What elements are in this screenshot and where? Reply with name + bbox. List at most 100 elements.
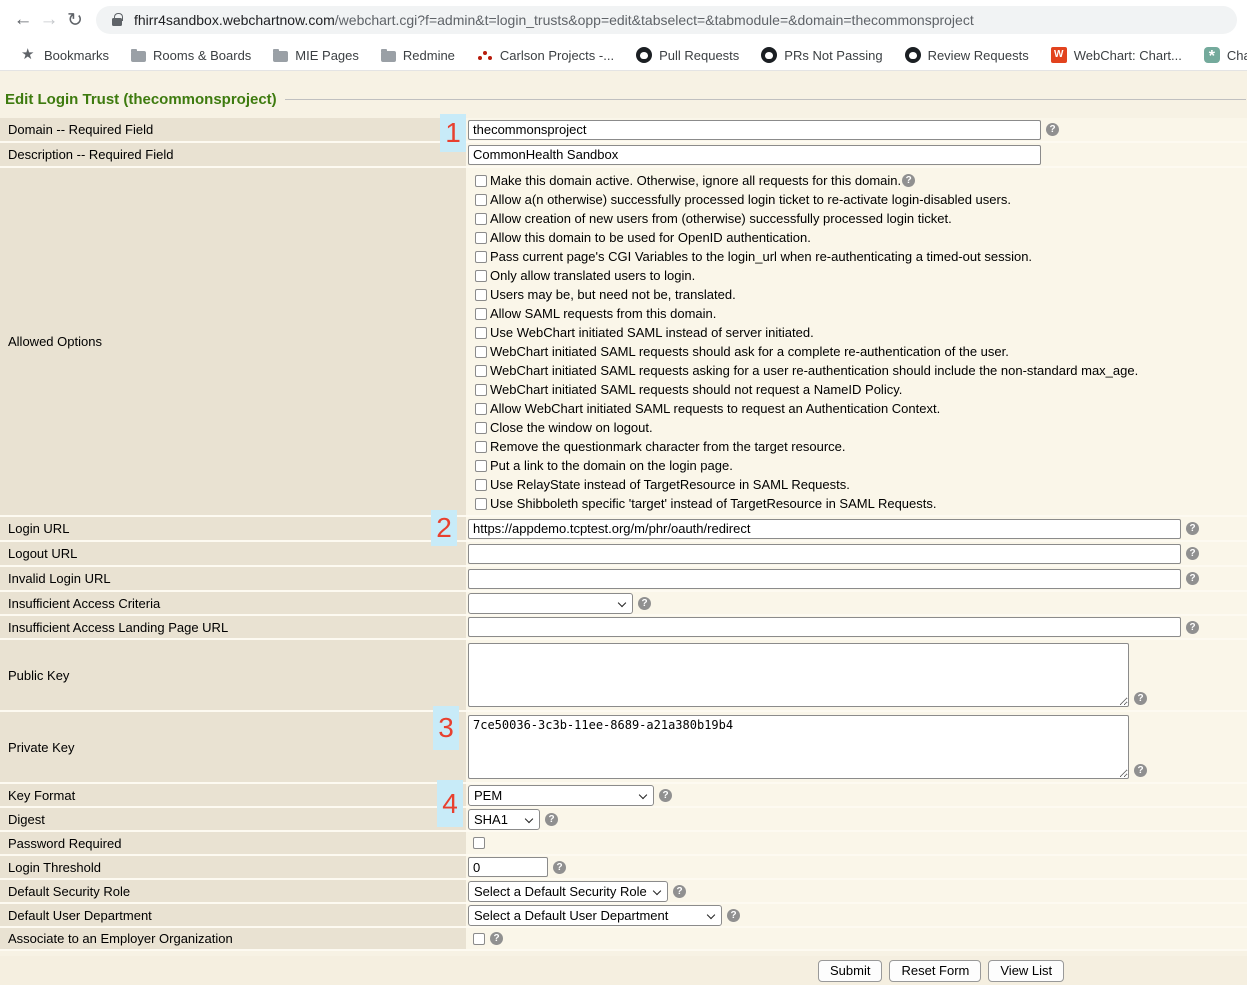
help-icon[interactable] — [1186, 572, 1199, 585]
allowed-option-row[interactable]: Only allow translated users to login. — [475, 266, 1138, 285]
field-label: Private Key — [0, 712, 466, 782]
checkbox[interactable] — [475, 289, 487, 301]
bookmark-item[interactable]: Pull Requests — [625, 47, 750, 63]
password-required-checkbox[interactable] — [473, 837, 485, 849]
field-label: Allowed Options — [0, 168, 466, 515]
allowed-option-row[interactable]: Allow this domain to be used for OpenID … — [475, 228, 1138, 247]
checkbox[interactable] — [475, 479, 487, 491]
help-icon[interactable] — [1186, 547, 1199, 560]
allowed-option-row[interactable]: Put a link to the domain on the login pa… — [475, 456, 1138, 475]
help-icon[interactable] — [490, 932, 503, 945]
back-icon[interactable]: ← — [10, 9, 36, 31]
checkbox[interactable] — [475, 365, 487, 377]
login-threshold-input[interactable] — [468, 857, 548, 877]
checkbox[interactable] — [475, 422, 487, 434]
description-input[interactable] — [468, 145, 1041, 165]
help-icon[interactable] — [902, 174, 915, 187]
checkbox[interactable] — [475, 194, 487, 206]
default-security-role-select[interactable]: Select a Default Security Role — [468, 881, 668, 902]
url-host: fhirr4sandbox.webchartnow.com — [134, 12, 335, 28]
view-list-button[interactable]: View List — [988, 960, 1064, 982]
allowed-option-label: Allow creation of new users from (otherw… — [490, 211, 952, 226]
checkbox[interactable] — [475, 346, 487, 358]
private-key-textarea[interactable]: 7ce50036-3c3b-11ee-8689-a21a380b19b4 — [468, 715, 1129, 779]
allowed-option-row[interactable]: Make this domain active. Otherwise, igno… — [475, 171, 1138, 190]
allowed-option-label: WebChart initiated SAML requests asking … — [490, 363, 1138, 378]
padlock-icon[interactable] — [112, 18, 122, 26]
checkbox[interactable] — [475, 175, 487, 187]
github-icon — [761, 47, 777, 63]
allowed-option-row[interactable]: Users may be, but need not be, translate… — [475, 285, 1138, 304]
allowed-option-row[interactable]: Use RelayState instead of TargetResource… — [475, 475, 1138, 494]
field-label: Default Security Role — [0, 880, 466, 902]
invalid-login-url-input[interactable] — [468, 569, 1181, 589]
insufficient-access-criteria-select[interactable] — [468, 593, 633, 614]
allowed-option-row[interactable]: Remove the questionmark character from t… — [475, 437, 1138, 456]
bookmark-item[interactable]: Redmine — [370, 48, 466, 63]
help-icon[interactable] — [1186, 621, 1199, 634]
allowed-option-row[interactable]: WebChart initiated SAML requests asking … — [475, 361, 1138, 380]
help-icon[interactable] — [638, 597, 651, 610]
submit-button[interactable]: Submit — [818, 960, 882, 982]
bookmark-label: ChatGPT — [1227, 48, 1247, 63]
help-icon[interactable] — [1186, 522, 1199, 535]
checkbox[interactable] — [475, 232, 487, 244]
insufficient-access-landing-input[interactable] — [468, 617, 1181, 637]
bookmark-item[interactable]: Rooms & Boards — [120, 48, 262, 63]
address-bar[interactable]: fhirr4sandbox.webchartnow.com/webchart.c… — [96, 6, 1237, 34]
allowed-option-row[interactable]: Close the window on logout. — [475, 418, 1138, 437]
checkbox[interactable] — [475, 308, 487, 320]
help-icon[interactable] — [1134, 692, 1147, 705]
bookmark-item[interactable]: ChatGPT — [1193, 47, 1247, 63]
allowed-option-row[interactable]: WebChart initiated SAML requests should … — [475, 342, 1138, 361]
checkbox[interactable] — [475, 403, 487, 415]
bookmark-label: MIE Pages — [295, 48, 359, 63]
bookmarks-bar: Bookmarks Rooms & Boards MIE Pages Redmi… — [0, 40, 1247, 71]
checkbox[interactable] — [475, 441, 487, 453]
logout-url-input[interactable] — [468, 544, 1181, 564]
login-url-input[interactable] — [468, 519, 1181, 539]
field-label: Login Threshold — [0, 856, 466, 878]
digest-select[interactable]: SHA1 — [468, 809, 540, 830]
checkbox[interactable] — [475, 498, 487, 510]
allowed-option-row[interactable]: Use WebChart initiated SAML instead of s… — [475, 323, 1138, 342]
help-icon[interactable] — [1134, 764, 1147, 777]
domain-input[interactable] — [468, 120, 1041, 140]
reset-form-button[interactable]: Reset Form — [889, 960, 981, 982]
bookmark-item[interactable]: Bookmarks — [10, 47, 120, 63]
checkbox[interactable] — [475, 213, 487, 225]
checkbox[interactable] — [475, 384, 487, 396]
help-icon[interactable] — [659, 789, 672, 802]
default-user-department-select[interactable]: Select a Default User Department — [468, 905, 722, 926]
checkbox[interactable] — [475, 327, 487, 339]
field-label: Insufficient Access Landing Page URL — [0, 616, 466, 638]
help-icon[interactable] — [553, 861, 566, 874]
header-rule — [285, 99, 1246, 100]
employer-organization-checkbox[interactable] — [473, 933, 485, 945]
key-format-select[interactable]: PEM — [468, 785, 654, 806]
help-icon[interactable] — [545, 813, 558, 826]
checkbox[interactable] — [475, 251, 487, 263]
allowed-option-row[interactable]: Allow a(n otherwise) successfully proces… — [475, 190, 1138, 209]
public-key-textarea[interactable] — [468, 643, 1129, 707]
bookmark-item[interactable]: MIE Pages — [262, 48, 370, 63]
allowed-option-row[interactable]: Allow SAML requests from this domain. — [475, 304, 1138, 323]
allowed-option-label: Use WebChart initiated SAML instead of s… — [490, 325, 814, 340]
bookmark-item[interactable]: Review Requests — [894, 47, 1040, 63]
allowed-option-row[interactable]: WebChart initiated SAML requests should … — [475, 380, 1138, 399]
help-icon[interactable] — [1046, 123, 1059, 136]
bookmark-item[interactable]: Carlson Projects -... — [466, 47, 625, 63]
checkbox[interactable] — [475, 270, 487, 282]
allowed-option-row[interactable]: Pass current page's CGI Variables to the… — [475, 247, 1138, 266]
bookmark-item[interactable]: PRs Not Passing — [750, 47, 893, 63]
forward-icon[interactable]: → — [36, 9, 62, 31]
checkbox[interactable] — [475, 460, 487, 472]
help-icon[interactable] — [727, 909, 740, 922]
reload-icon[interactable]: ↻ — [62, 9, 88, 32]
allowed-option-row[interactable]: Allow WebChart initiated SAML requests t… — [475, 399, 1138, 418]
allowed-option-row[interactable]: Allow creation of new users from (otherw… — [475, 209, 1138, 228]
login-trust-form: 1 2 3 4 Domain -- Required Field Descrip… — [0, 118, 1247, 951]
bookmark-item[interactable]: WebChart: Chart... — [1040, 47, 1193, 63]
help-icon[interactable] — [673, 885, 686, 898]
allowed-option-row[interactable]: Use Shibboleth specific 'target' instead… — [475, 494, 1138, 513]
